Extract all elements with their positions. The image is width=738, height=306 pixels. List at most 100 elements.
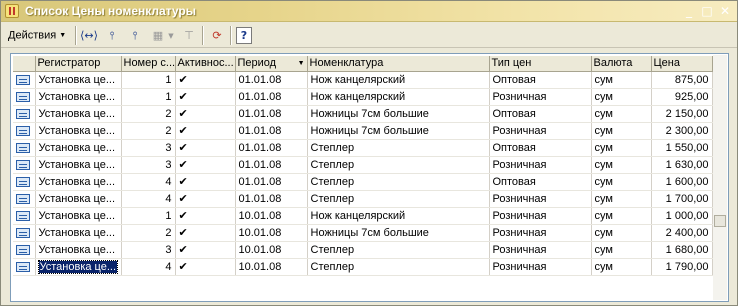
clear-filter-icon[interactable]: ⊤	[179, 26, 199, 45]
cell-line-number[interactable]: 3	[121, 139, 176, 157]
cell-currency[interactable]: сум	[591, 122, 652, 140]
table-row[interactable]: Установка це... 2 ✔ 01.01.08 Ножницы 7см бол…	[13, 122, 713, 140]
table-row[interactable]: Установка це... 1 ✔ 01.01.08 Нож канцелярски…	[13, 71, 713, 89]
cell-item[interactable]: Степлер	[307, 173, 490, 191]
cell-price[interactable]: 1 700,00	[651, 190, 713, 208]
cell-price[interactable]: 875,00	[651, 71, 713, 89]
cell-line-number[interactable]: 2	[121, 122, 176, 140]
table-row[interactable]: Установка це... 2 ✔ 01.01.08 Ножницы 7см бол…	[13, 105, 713, 123]
cell-line-number[interactable]: 2	[121, 224, 176, 242]
cell-registrar[interactable]: Установка це...	[35, 105, 122, 123]
cell-item[interactable]: Ножницы 7см большие	[307, 122, 490, 140]
cell-period[interactable]: 01.01.08	[235, 105, 308, 123]
cell-period[interactable]: 01.01.08	[235, 122, 308, 140]
refresh-icon[interactable]: ⟳	[207, 26, 227, 45]
cell-registrar[interactable]: Установка це...	[35, 241, 122, 259]
cell-registrar[interactable]: Установка це...	[35, 190, 122, 208]
cell-price[interactable]: 925,00	[651, 88, 713, 106]
cell-registrar[interactable]: Установка це...	[35, 139, 122, 157]
cell-currency[interactable]: сум	[591, 173, 652, 191]
cell-period[interactable]: 01.01.08	[235, 173, 308, 191]
filter-list-icon[interactable]: ▦	[148, 26, 168, 45]
record-icon[interactable]	[13, 241, 36, 259]
cell-price-type[interactable]: Оптовая	[489, 71, 592, 89]
cell-registrar[interactable]: Установка це...	[35, 258, 122, 276]
maximize-button[interactable]: □	[699, 4, 715, 19]
cell-price-type[interactable]: Розничная	[489, 207, 592, 225]
cell-item[interactable]: Нож канцелярский	[307, 207, 490, 225]
cell-price[interactable]: 1 000,00	[651, 207, 713, 225]
cell-registrar[interactable]: Установка це...	[35, 156, 122, 174]
cell-price-type[interactable]: Розничная	[489, 88, 592, 106]
cell-active[interactable]: ✔	[175, 71, 236, 89]
cell-line-number[interactable]: 1	[121, 71, 176, 89]
cell-period[interactable]: 01.01.08	[235, 190, 308, 208]
cell-price[interactable]: 1 600,00	[651, 173, 713, 191]
cell-active[interactable]: ✔	[175, 156, 236, 174]
cell-price-type[interactable]: Розничная	[489, 156, 592, 174]
cell-currency[interactable]: сум	[591, 139, 652, 157]
filter-edit-icon[interactable]: ⫯	[125, 26, 145, 45]
cell-line-number[interactable]: 1	[121, 88, 176, 106]
column-header-currency[interactable]: Валюта	[591, 56, 652, 72]
cell-active[interactable]: ✔	[175, 224, 236, 242]
cell-registrar[interactable]: Установка це...	[35, 207, 122, 225]
column-header-registrar[interactable]: Регистратор	[35, 56, 122, 72]
cell-price[interactable]: 1 790,00	[651, 258, 713, 276]
table-row[interactable]: Установка це... 4 ✔ 01.01.08 Степлер Оптовая с…	[13, 173, 713, 191]
record-icon[interactable]	[13, 139, 36, 157]
cell-item[interactable]: Ножницы 7см большие	[307, 105, 490, 123]
cell-registrar[interactable]: Установка це...	[35, 224, 122, 242]
cell-line-number[interactable]: 4	[121, 173, 176, 191]
record-icon[interactable]	[13, 122, 36, 140]
cell-item[interactable]: Степлер	[307, 258, 490, 276]
cell-item[interactable]: Степлер	[307, 190, 490, 208]
column-header-active[interactable]: Активнос...	[175, 56, 236, 72]
table-row[interactable]: Установка це... 3 ✔ 01.01.08 Степлер Рознична…	[13, 156, 713, 174]
cell-price[interactable]: 1 680,00	[651, 241, 713, 259]
table-row[interactable]: Установка це... 3 ✔ 01.01.08 Степлер Оптовая с…	[13, 139, 713, 157]
cell-line-number[interactable]: 2	[121, 105, 176, 123]
table-row[interactable]: Установка це... 3 ✔ 10.01.08 Степлер Рознична…	[13, 241, 713, 259]
cell-price[interactable]: 2 300,00	[651, 122, 713, 140]
table-row[interactable]: Установка це... 4 ✔ 01.01.08 Степлер Рознична…	[13, 190, 713, 208]
cell-price[interactable]: 1 630,00	[651, 156, 713, 174]
record-icon[interactable]	[13, 190, 36, 208]
cell-line-number[interactable]: 3	[121, 156, 176, 174]
record-icon[interactable]	[13, 88, 36, 106]
cell-item[interactable]: Степлер	[307, 241, 490, 259]
record-icon[interactable]	[13, 71, 36, 89]
cell-registrar[interactable]: Установка це...	[35, 71, 122, 89]
record-icon[interactable]	[13, 207, 36, 225]
table-row[interactable]: Установка це... 4 ✔ 10.01.08 Степлер Рознична…	[13, 258, 713, 276]
cell-price[interactable]: 2 150,00	[651, 105, 713, 123]
cell-line-number[interactable]: 4	[121, 258, 176, 276]
cell-active[interactable]: ✔	[175, 139, 236, 157]
cell-registrar[interactable]: Установка це...	[35, 173, 122, 191]
record-icon[interactable]	[13, 258, 36, 276]
cell-currency[interactable]: сум	[591, 105, 652, 123]
cell-active[interactable]: ✔	[175, 241, 236, 259]
minimize-button[interactable]: _	[681, 4, 697, 19]
record-icon[interactable]	[13, 156, 36, 174]
cell-currency[interactable]: сум	[591, 156, 652, 174]
column-header-icon[interactable]	[13, 56, 36, 72]
vertical-scrollbar[interactable]	[713, 55, 727, 300]
cell-price-type[interactable]: Розничная	[489, 224, 592, 242]
cell-active[interactable]: ✔	[175, 105, 236, 123]
cell-line-number[interactable]: 3	[121, 241, 176, 259]
cell-currency[interactable]: сум	[591, 190, 652, 208]
cell-item[interactable]: Степлер	[307, 156, 490, 174]
cell-price[interactable]: 2 400,00	[651, 224, 713, 242]
close-button[interactable]: ✕	[717, 4, 733, 19]
cell-period[interactable]: 01.01.08	[235, 139, 308, 157]
cell-price[interactable]: 1 550,00	[651, 139, 713, 157]
cell-currency[interactable]: сум	[591, 207, 652, 225]
price-grid[interactable]: Регистратор Номер с... Активнос... Перио…	[10, 53, 729, 302]
table-row[interactable]: Установка це... 1 ✔ 01.01.08 Нож канцелярски…	[13, 88, 713, 106]
cell-active[interactable]: ✔	[175, 207, 236, 225]
cell-registrar[interactable]: Установка це...	[35, 122, 122, 140]
table-row[interactable]: Установка це... 2 ✔ 10.01.08 Ножницы 7см бол…	[13, 224, 713, 242]
table-row[interactable]: Установка це... 1 ✔ 10.01.08 Нож канцелярски…	[13, 207, 713, 225]
column-header-period[interactable]: Период ▼	[235, 56, 308, 72]
